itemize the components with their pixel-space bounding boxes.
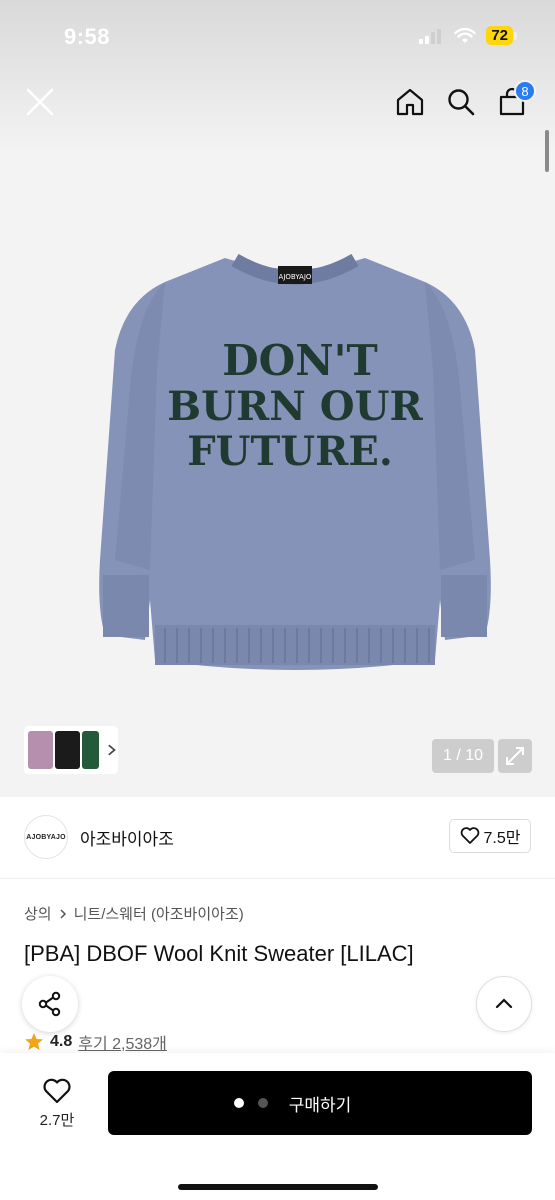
scrollbar[interactable] <box>545 130 549 172</box>
svg-text:DON'T: DON'T <box>222 336 378 385</box>
chevron-right-icon[interactable] <box>105 742 118 758</box>
home-button[interactable] <box>390 82 430 122</box>
wishlist-button[interactable]: 2.7만 <box>26 1075 88 1133</box>
star-icon <box>25 1033 43 1050</box>
brand-logo[interactable]: AJOBYAJO <box>24 815 68 859</box>
brand-name[interactable]: 아조바이아조 <box>80 825 174 850</box>
battery-icon: 72 <box>486 26 517 45</box>
thumbnail-green[interactable] <box>81 731 99 769</box>
scroll-top-button[interactable] <box>476 976 532 1032</box>
expand-icon <box>506 747 524 765</box>
close-button[interactable] <box>20 82 60 122</box>
rating-row: 4.8 후기 2,538개 <box>24 1030 167 1054</box>
status-gradient <box>0 0 555 150</box>
cart-button[interactable]: 8 <box>492 80 536 122</box>
chevron-right-icon <box>60 908 66 919</box>
chevron-up-icon <box>495 998 513 1009</box>
brand-row: AJOBYAJO 아조바이아조 7.5만 <box>0 797 555 879</box>
heart-icon <box>460 827 479 844</box>
search-icon <box>448 89 475 116</box>
breadcrumb: 상의 니트/스웨터 (아조바이아조) <box>24 903 244 924</box>
brand-like-count: 7.5만 <box>483 830 521 847</box>
breadcrumb-level2[interactable]: 니트/스웨터 (아조바이아조) <box>74 903 244 924</box>
wishlist-count: 2.7만 <box>39 1112 75 1129</box>
breadcrumb-level1[interactable]: 상의 <box>24 903 52 924</box>
product-title: [PBA] DBOF Wool Knit Sweater [LILAC] <box>24 941 414 966</box>
thumbnail-black[interactable] <box>54 731 80 769</box>
cart-badge: 8 <box>514 80 536 102</box>
loading-dots <box>234 1098 268 1108</box>
status-time: 9:58 <box>64 24 111 49</box>
expand-button[interactable] <box>498 739 532 773</box>
svg-text:AJOBYAJO: AJOBYAJO <box>279 273 312 281</box>
product-gallery[interactable]: 9:58 72 8 AJOBYAJO DON'T BURN OUR FUTURE… <box>0 0 555 797</box>
close-icon <box>26 88 54 116</box>
thumbnail-pink[interactable] <box>28 731 53 769</box>
share-icon <box>38 991 61 1017</box>
brand-logo-text: AJOBYAJO <box>26 833 66 841</box>
svg-text:FUTURE.: FUTURE. <box>187 428 393 475</box>
heart-icon <box>43 1078 71 1104</box>
wifi-icon <box>454 27 477 43</box>
bottom-bar: 2.7만 구매하기 <box>0 1053 555 1200</box>
status-icons: 72 <box>418 26 517 45</box>
share-button[interactable] <box>22 976 78 1032</box>
signal-icon <box>419 28 442 44</box>
review-link[interactable]: 후기 2,538개 <box>78 1030 167 1054</box>
buy-button-label: 구매하기 <box>288 1095 352 1115</box>
thumbnail-strip[interactable] <box>24 726 118 774</box>
search-button[interactable] <box>441 82 481 122</box>
buy-button[interactable]: 구매하기 <box>108 1071 532 1135</box>
home-indicator <box>178 1184 378 1190</box>
svg-text:BURN OUR: BURN OUR <box>167 383 423 430</box>
product-image: AJOBYAJO DON'T BURN OUR FUTURE. <box>99 253 491 670</box>
image-counter: 1 / 10 <box>432 739 494 773</box>
battery-level: 72 <box>486 26 513 45</box>
rating-score: 4.8 <box>50 1033 73 1050</box>
brand-like-button[interactable]: 7.5만 <box>449 819 531 853</box>
home-icon <box>396 88 424 116</box>
